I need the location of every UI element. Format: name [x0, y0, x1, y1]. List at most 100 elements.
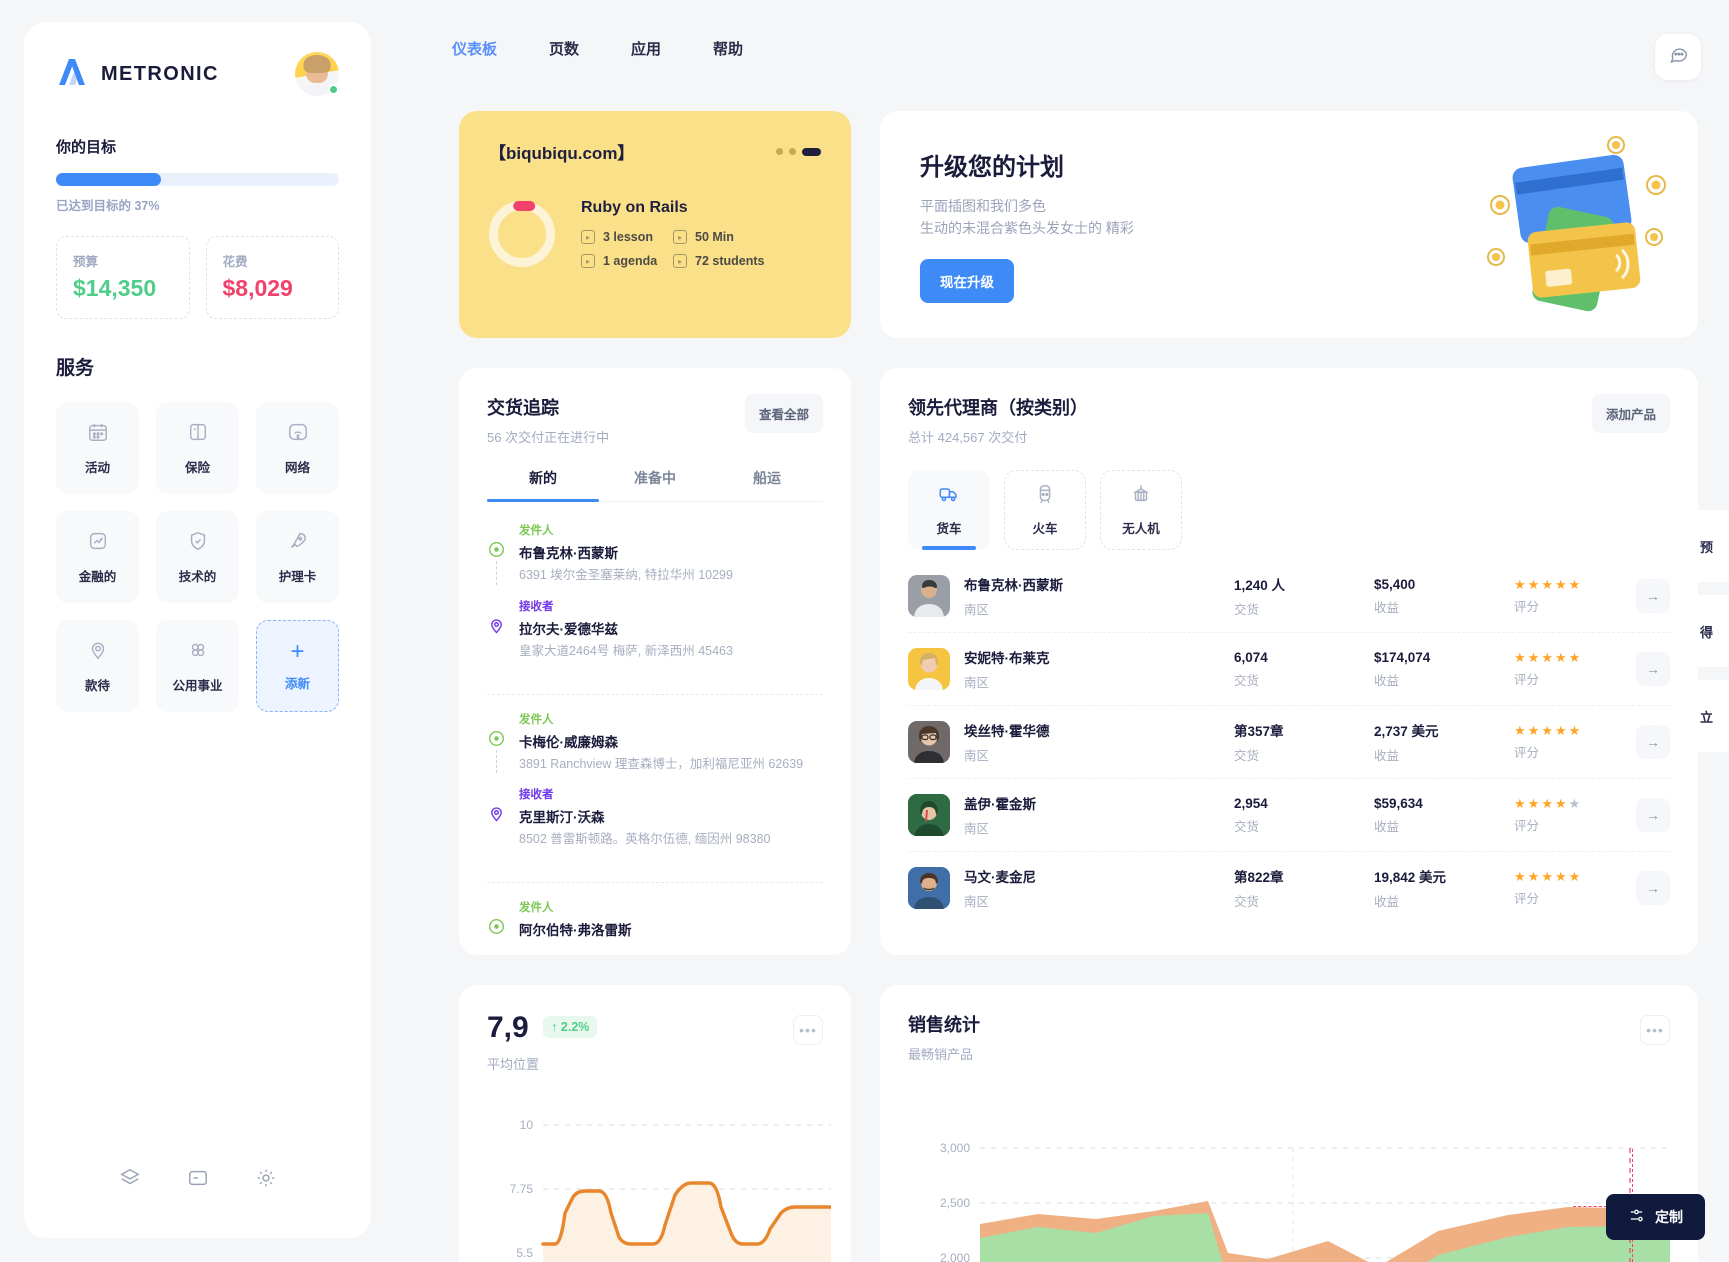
star-icon: ★: [1514, 722, 1526, 738]
layers-icon[interactable]: [119, 1167, 141, 1194]
chat-button[interactable]: [1655, 34, 1701, 80]
receiver-role-label: 接收者: [519, 600, 554, 613]
calendar-icon: [87, 421, 109, 448]
view-all-button[interactable]: 查看全部: [744, 394, 823, 433]
position-label: 平均位置: [487, 1057, 540, 1072]
agent-revenue-cell: $59,634 收益: [1374, 796, 1514, 835]
avatar: [908, 794, 950, 836]
sender-info: 发件人 阿尔伯特·弗洛雷斯: [519, 899, 823, 939]
service-tile-utilities[interactable]: 公用事业: [156, 620, 239, 712]
agent-name: 安妮特·布莱克: [964, 651, 1050, 666]
arrow-right-icon: →: [1646, 880, 1660, 896]
brand-name: METRONIC: [101, 62, 219, 85]
service-tile-network[interactable]: 网络: [256, 402, 339, 494]
right-side-panel: 预 得 立: [1687, 510, 1729, 765]
type-tile-train[interactable]: 火车: [1004, 470, 1086, 550]
star-rating: ★ ★ ★ ★ ★: [1514, 578, 1634, 591]
kebab-icon[interactable]: •••: [793, 1015, 823, 1045]
upgrade-now-button[interactable]: 现在升级: [920, 259, 1014, 304]
goal-progress-bar: [56, 173, 339, 186]
agent-revenue-label: 收益: [1374, 673, 1400, 688]
agent-delivery-cell: 1,240 人 交货: [1234, 574, 1374, 618]
star-icon: ★: [1541, 795, 1553, 811]
receiver-pin-icon: [488, 617, 505, 634]
nav-item-help[interactable]: 帮助: [713, 38, 743, 59]
sales-statistics-card: 销售统计 最畅销产品 ••• 3,000 2,500 2,000 || ||: [880, 985, 1698, 1262]
agent-rating-cell: ★ ★ ★ ★ ★ 评分: [1514, 724, 1634, 761]
service-tile-technical[interactable]: 技术的: [156, 511, 239, 603]
note-icon[interactable]: [187, 1167, 209, 1194]
right-panel-item[interactable]: 得: [1687, 595, 1729, 667]
row-arrow-button[interactable]: →: [1636, 871, 1670, 905]
service-tile-activity[interactable]: 活动: [56, 402, 139, 494]
service-tile-finance[interactable]: 金融的: [56, 511, 139, 603]
svg-text:3,000: 3,000: [940, 1141, 970, 1155]
nav-item-dashboard[interactable]: 仪表板: [452, 38, 497, 59]
kebab-icon[interactable]: •••: [1640, 1015, 1670, 1045]
table-row: 盖伊·霍金斯 南区 2,954 交货 $59,634 收益 ★ ★ ★ ★ ★ 评分: [908, 779, 1670, 852]
agent-revenue-label: 收益: [1374, 749, 1400, 763]
carousel-dots[interactable]: [776, 147, 821, 156]
sender-marker-col: [487, 711, 505, 774]
type-tile-truck[interactable]: 货车: [908, 470, 990, 550]
metronic-logo-icon: [56, 57, 88, 92]
agent-revenue-value: $174,074: [1374, 649, 1431, 665]
service-tile-add-new[interactable]: + 添新: [256, 620, 339, 712]
row-arrow-button[interactable]: →: [1636, 579, 1670, 613]
carousel-dot-active[interactable]: [802, 147, 821, 156]
star-icon: ★: [1527, 795, 1540, 811]
gear-icon[interactable]: [255, 1167, 277, 1194]
service-label: 技术的: [178, 569, 217, 584]
arrow-right-icon: →: [1646, 661, 1660, 677]
star-icon: ★: [1527, 576, 1540, 592]
service-label: 金融的: [78, 569, 117, 584]
stat-spent-value: $8,029: [222, 275, 293, 301]
promo-card-header: 【biqubiqu.com】: [489, 139, 821, 164]
delivery-sender-leg: 发件人 阿尔伯特·弗洛雷斯: [487, 899, 823, 939]
nav-item-pages[interactable]: 页数: [549, 38, 579, 59]
tab-shipping[interactable]: 船运: [711, 468, 823, 501]
star-icon: ★: [1554, 722, 1567, 738]
agent-revenue-label: 收益: [1374, 895, 1400, 909]
agent-identity: 安妮特·布莱克 南区: [964, 647, 1234, 691]
agent-rating-label: 评分: [1514, 672, 1540, 687]
add-product-button[interactable]: 添加产品: [1591, 394, 1670, 433]
brand[interactable]: METRONIC: [56, 57, 219, 92]
sidebar-footer: [24, 1167, 371, 1194]
tab-new[interactable]: 新的: [487, 468, 599, 502]
star-rating: ★ ★ ★ ★ ★: [1514, 724, 1634, 737]
service-tile-hospitality[interactable]: 款待: [56, 620, 139, 712]
delivery-subtitle: 56 次交付正在进行中: [487, 430, 610, 445]
nav-item-apps[interactable]: 应用: [631, 38, 661, 59]
svg-text:2,000: 2,000: [940, 1251, 970, 1262]
play-icon: ▸: [581, 254, 595, 268]
sales-title: 销售统计: [908, 1015, 980, 1035]
carousel-dot[interactable]: [776, 148, 783, 155]
star-icon: ★: [1554, 576, 1567, 592]
right-panel-item[interactable]: 立: [1687, 680, 1729, 752]
agent-region: 南区: [964, 676, 990, 690]
row-arrow-button[interactable]: →: [1636, 725, 1670, 759]
type-tile-drone[interactable]: 无人机: [1100, 470, 1182, 550]
tab-preparing[interactable]: 准备中: [599, 468, 711, 501]
right-panel-item[interactable]: 预: [1687, 510, 1729, 582]
upgrade-plan-card: 升级您的计划 平面插图和我们多色 生动的未混合紫色头发女士的 精彩 现在升级: [880, 111, 1698, 338]
customize-button[interactable]: 定制: [1606, 1194, 1705, 1240]
sender-dot-icon: [488, 541, 505, 558]
sender-marker-col: [487, 522, 505, 585]
agent-name: 埃丝特·霍华德: [964, 724, 1050, 739]
promo-card: 【biqubiqu.com】 Ruby on Rails ▸ 3 lesson …: [459, 111, 851, 338]
star-icon: ★: [1514, 868, 1526, 884]
carousel-dot[interactable]: [789, 148, 796, 155]
agent-revenue-cell: $174,074 收益: [1374, 650, 1514, 689]
delivery-card-header: 交货追踪 56 次交付正在进行中 查看全部: [487, 394, 823, 446]
meta-label: 1 agenda: [603, 254, 658, 268]
row-arrow-button[interactable]: →: [1636, 652, 1670, 686]
service-tile-carecard[interactable]: 护理卡: [256, 511, 339, 603]
receiver-address: 8502 普雷斯顿路。英格尔伍德, 缅因州 98380: [519, 832, 771, 847]
row-arrow-button[interactable]: →: [1636, 798, 1670, 832]
service-tile-insurance[interactable]: 保险: [156, 402, 239, 494]
track-connector: [495, 561, 497, 585]
sliders-icon: [1628, 1207, 1645, 1227]
avatar[interactable]: [295, 52, 339, 96]
